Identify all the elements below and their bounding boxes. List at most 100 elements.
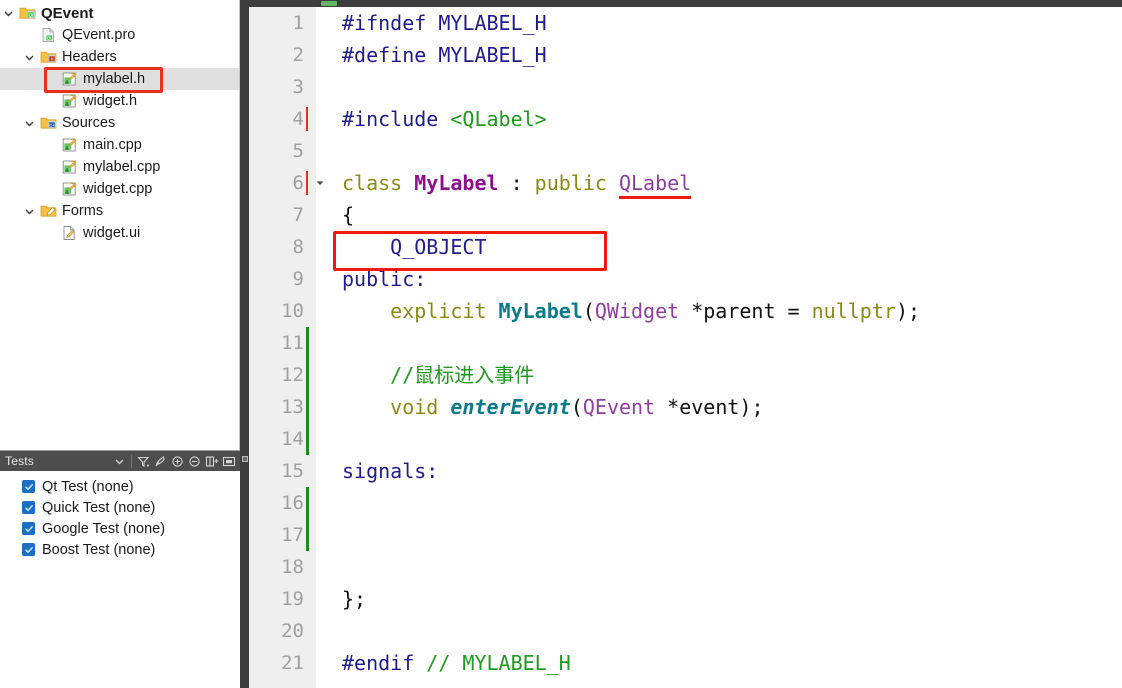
code-line[interactable]: 17 bbox=[249, 519, 1122, 551]
code-text: Q_OBJECT bbox=[342, 231, 1122, 263]
code-line[interactable]: 18 bbox=[249, 551, 1122, 583]
code-token: void bbox=[390, 395, 451, 419]
collapse-all-icon[interactable] bbox=[186, 452, 203, 470]
cursor-marker bbox=[306, 171, 308, 195]
code-line[interactable]: 8 Q_OBJECT bbox=[249, 231, 1122, 263]
code-line[interactable]: 20 bbox=[249, 615, 1122, 647]
code-token: ( bbox=[570, 395, 583, 419]
chevron-down-icon[interactable] bbox=[21, 52, 38, 63]
code-line[interactable]: 3 bbox=[249, 71, 1122, 103]
line-number: 16 bbox=[281, 492, 304, 514]
code-token: }; bbox=[342, 587, 367, 611]
code-line[interactable]: 16 bbox=[249, 487, 1122, 519]
code-line[interactable]: 15 signals: bbox=[249, 455, 1122, 487]
line-number: 15 bbox=[281, 460, 304, 482]
tree-item-qevent[interactable]: Qt QEvent bbox=[0, 2, 239, 24]
code-line[interactable]: 9 public: bbox=[249, 263, 1122, 295]
tree-item-sources[interactable]: C+ Sources bbox=[0, 112, 239, 134]
editor-scroll-marker[interactable] bbox=[321, 1, 337, 6]
code-line[interactable]: 10 explicit MyLabel(QWidget *parent = nu… bbox=[249, 295, 1122, 327]
cursor-marker bbox=[306, 107, 308, 131]
splitter-handle[interactable] bbox=[240, 448, 249, 470]
code-token: public: bbox=[342, 267, 427, 291]
code-editor[interactable]: 1 #ifndef MYLABEL_H 2 #define MYLABEL_H 3 4 #i… bbox=[249, 0, 1122, 688]
tree-item-widget-cpp[interactable]: widget.cpp bbox=[0, 178, 239, 200]
filter-dropdown-icon[interactable] bbox=[111, 452, 128, 470]
source-file-icon bbox=[59, 180, 79, 198]
expand-all-icon[interactable] bbox=[169, 452, 186, 470]
code-line[interactable]: 2 #define MYLABEL_H bbox=[249, 39, 1122, 71]
line-number: 4 bbox=[292, 108, 304, 130]
code-token: #endif bbox=[342, 651, 427, 675]
chevron-down-icon[interactable] bbox=[21, 118, 38, 129]
code-line[interactable]: 14 bbox=[249, 423, 1122, 455]
header-file-icon bbox=[59, 70, 79, 88]
line-number: 10 bbox=[281, 300, 304, 322]
project-tree[interactable]: Qt QEvent Qt QEvent.pro h Headers mylabel.h wid… bbox=[0, 0, 239, 450]
test-list-item[interactable]: Quick Test (none) bbox=[22, 497, 240, 518]
tree-item-mylabel-cpp[interactable]: mylabel.cpp bbox=[0, 156, 239, 178]
tests-list[interactable]: Qt Test (none) Quick Test (none) Google Te… bbox=[0, 471, 240, 688]
code-line[interactable]: 4 #include <QLabel> bbox=[249, 103, 1122, 135]
code-line[interactable]: 13 void enterEvent(QEvent *event); bbox=[249, 391, 1122, 423]
code-lines[interactable]: 1 #ifndef MYLABEL_H 2 #define MYLABEL_H 3 4 #i… bbox=[249, 7, 1122, 688]
line-number: 18 bbox=[281, 556, 304, 578]
options-icon[interactable] bbox=[220, 452, 237, 470]
headers-folder-icon: h bbox=[38, 48, 58, 66]
sources-folder-icon: C+ bbox=[38, 114, 58, 132]
tree-item-widget-h[interactable]: widget.h bbox=[0, 90, 239, 112]
code-text: signals: bbox=[342, 455, 1122, 487]
line-number: 3 bbox=[292, 76, 304, 98]
code-line[interactable]: 12 //鼠标进入事件 bbox=[249, 359, 1122, 391]
code-token: #define bbox=[342, 43, 439, 67]
run-icon[interactable] bbox=[152, 452, 169, 470]
svg-text:h: h bbox=[50, 56, 53, 61]
code-line[interactable]: 11 bbox=[249, 327, 1122, 359]
change-marker bbox=[306, 391, 309, 423]
code-text: #define MYLABEL_H bbox=[342, 39, 1122, 71]
tree-item-label: mylabel.cpp bbox=[83, 158, 161, 175]
split-icon[interactable] bbox=[203, 452, 220, 470]
tree-item-mylabel-h[interactable]: mylabel.h bbox=[0, 68, 239, 90]
tree-item-headers[interactable]: h Headers bbox=[0, 46, 239, 68]
line-number: 12 bbox=[281, 364, 304, 386]
line-number: 9 bbox=[292, 268, 304, 290]
code-text: { bbox=[342, 199, 1122, 231]
test-item-label: Boost Test (none) bbox=[42, 541, 156, 558]
code-line[interactable]: 1 #ifndef MYLABEL_H bbox=[249, 7, 1122, 39]
code-line[interactable]: 5 bbox=[249, 135, 1122, 167]
checkbox-checked-icon[interactable] bbox=[22, 543, 35, 556]
splitter-grip-icon bbox=[241, 456, 248, 462]
code-line[interactable]: 6 class MyLabel : public QLabel bbox=[249, 167, 1122, 199]
tree-item-qevent-pro[interactable]: Qt QEvent.pro bbox=[0, 24, 239, 46]
filter-icon[interactable] bbox=[135, 452, 152, 470]
chevron-down-icon[interactable] bbox=[0, 8, 17, 19]
code-token: ); bbox=[895, 299, 921, 323]
code-token: nullptr bbox=[811, 299, 896, 323]
test-list-item[interactable]: Boost Test (none) bbox=[22, 539, 240, 560]
test-list-item[interactable]: Qt Test (none) bbox=[22, 476, 240, 497]
checkbox-checked-icon[interactable] bbox=[22, 501, 35, 514]
line-number: 5 bbox=[292, 140, 304, 162]
source-file-icon bbox=[59, 158, 79, 176]
qt-project-folder-icon: Qt bbox=[17, 4, 37, 22]
checkbox-checked-icon[interactable] bbox=[22, 480, 35, 493]
test-list-item[interactable]: Google Test (none) bbox=[22, 518, 240, 539]
code-line[interactable]: 21 #endif // MYLABEL_H bbox=[249, 647, 1122, 679]
code-line[interactable]: 7{ bbox=[249, 199, 1122, 231]
code-text: }; bbox=[342, 583, 1122, 615]
tree-item-widget-ui[interactable]: widget.ui bbox=[0, 222, 239, 244]
pane-splitter[interactable] bbox=[240, 0, 249, 688]
tree-item-label: widget.cpp bbox=[83, 180, 153, 197]
code-text: //鼠标进入事件 bbox=[342, 359, 1122, 391]
tree-item-main-cpp[interactable]: main.cpp bbox=[0, 134, 239, 156]
editor-body[interactable]: 1 #ifndef MYLABEL_H 2 #define MYLABEL_H 3 4 #i… bbox=[249, 7, 1122, 688]
line-number: 17 bbox=[281, 524, 304, 546]
line-number: 2 bbox=[292, 44, 304, 66]
checkbox-checked-icon[interactable] bbox=[22, 522, 35, 535]
code-token: MYLABEL_H bbox=[438, 43, 547, 67]
code-line[interactable]: 19}; bbox=[249, 583, 1122, 615]
fold-collapse-icon[interactable] bbox=[313, 167, 327, 199]
tree-item-forms[interactable]: Forms bbox=[0, 200, 239, 222]
chevron-down-icon[interactable] bbox=[21, 206, 38, 217]
